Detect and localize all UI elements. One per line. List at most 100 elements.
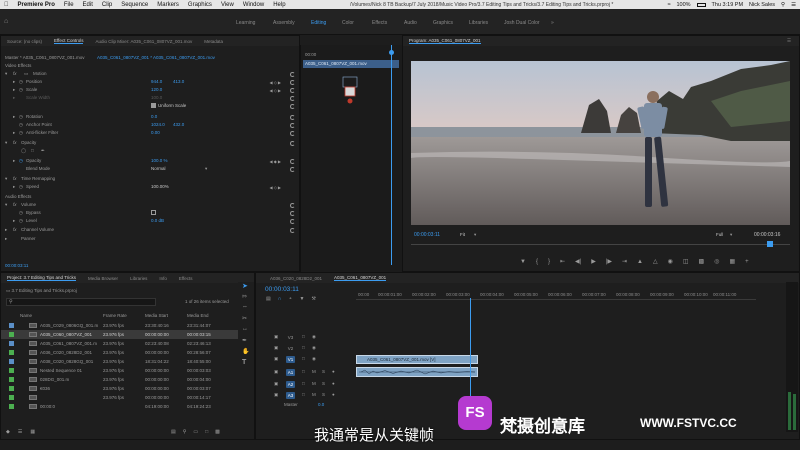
microphone-icon[interactable]: ● [332,392,335,397]
lock-icon[interactable]: ▣ [274,392,278,398]
reset-icon[interactable] [290,211,295,216]
disclosure-icon[interactable]: ▸ [13,218,15,224]
linked-selection-icon[interactable]: ⚬ [288,296,292,302]
disclosure-icon[interactable]: ▸ [5,236,7,242]
label-color-swatch[interactable] [9,341,14,346]
track-name[interactable]: A3 [286,392,295,399]
label-color-swatch[interactable] [9,395,14,400]
menu-app[interactable]: Premiere Pro [18,2,55,8]
tab-program[interactable]: Program: A035_C061_0807VZ_001 [409,38,481,44]
go-to-out-icon[interactable]: ⇥ [622,258,627,265]
workspace-graphics[interactable]: Graphics [433,20,453,26]
reset-icon[interactable] [290,104,295,109]
position-y-value[interactable]: 413.0 [173,79,184,84]
comparison-view-icon[interactable]: ◫ [683,258,689,265]
track-name[interactable]: V3 [286,334,295,341]
tab-effects[interactable]: Effects [179,276,193,281]
menu-view[interactable]: View [221,2,234,8]
mute-button[interactable]: M [312,392,316,397]
fx-icon[interactable]: fx [13,140,17,145]
mark-out-icon[interactable]: } [548,259,550,265]
stopwatch-icon[interactable]: ◷ [19,122,23,128]
mark-in-icon[interactable]: { [536,259,538,265]
level-value[interactable]: 0.0 dB [151,218,164,223]
quality-select[interactable]: Full [716,232,723,237]
solo-button[interactable]: S [322,381,325,386]
opacity-value[interactable]: 100.0 % [151,158,168,163]
sync-lock-icon[interactable]: □ [302,345,305,350]
tab-metadata[interactable]: Metadata [204,39,223,44]
lock-icon[interactable]: ▣ [274,381,278,387]
disclosure-icon[interactable]: ▸ [13,130,15,136]
disclosure-icon[interactable]: ▸ [13,114,15,120]
lock-icon[interactable]: ▣ [274,369,278,375]
keyframe-nav-icon[interactable]: ◀ ◇ ▶ [270,80,281,85]
workspace-editing[interactable]: Editing [311,20,326,26]
stopwatch-icon[interactable]: ◷ [19,210,23,216]
automate-to-sequence-icon[interactable]: ▤ [171,429,176,435]
sync-lock-icon[interactable]: □ [302,381,305,386]
keyframe-nav-icon[interactable]: ◀ ◆ ▶ [270,159,281,164]
column-media-start[interactable]: Media Start [145,313,168,318]
chevron-down-icon[interactable]: ▾ [205,166,207,172]
lock-icon[interactable]: ▣ [274,334,278,340]
list-item[interactable]: Nested Sequence 01 23.976 fps 00:00:00:0… [1,366,241,375]
label-color-swatch[interactable] [9,386,14,391]
pen-tool-icon[interactable]: ✒ [242,337,247,344]
list-item[interactable]: €036 23.976 fps 00:00:00:00 00:00:03:07 [1,384,241,393]
column-media-end[interactable]: Media End [187,313,209,318]
tab-audio-clip-mixer[interactable]: Audio Clip Mixer: A035_C061_0807VZ_001.m… [95,39,192,44]
snap-icon[interactable]: ∩ [278,296,282,302]
tab-project[interactable]: Project: 3.7 Editing Tips and Tricks [7,275,77,281]
reset-icon[interactable] [290,141,295,146]
sync-lock-icon[interactable]: □ [302,369,305,374]
label-color-swatch[interactable] [9,323,14,328]
slip-tool-icon[interactable]: ↔ [242,326,248,332]
label-color-swatch[interactable] [9,350,14,355]
disclosure-icon[interactable]: ▾ [5,176,7,182]
search-icon[interactable]: ⚲ [781,2,785,8]
blend-mode-select[interactable]: Normal [151,166,166,171]
column-frame-rate[interactable]: Frame Rate [103,313,127,318]
fx-icon[interactable]: fx [13,202,17,207]
column-name[interactable]: Name [20,313,32,318]
reset-icon[interactable] [290,96,295,101]
workspace-effects[interactable]: Effects [372,20,387,26]
reset-icon[interactable] [290,167,295,172]
ec-mini-timeline[interactable]: 00:00 A035_C061_0807VZ_001.mov [300,45,402,272]
disclosure-icon[interactable]: ▸ [5,227,7,233]
chevron-down-icon[interactable]: ▾ [730,232,732,238]
type-tool-icon[interactable]: T [242,359,246,366]
sync-lock-icon[interactable]: □ [302,356,305,361]
bypass-checkbox[interactable] [151,210,156,215]
stopwatch-icon[interactable]: ◷ [19,158,23,164]
reset-icon[interactable] [290,115,295,120]
menu-graphics[interactable]: Graphics [188,2,212,8]
vr-video-icon[interactable]: ◎ [714,258,719,265]
solo-button[interactable]: S [322,392,325,397]
disclosure-icon[interactable]: ▾ [5,71,7,77]
chevron-down-icon[interactable]: ▾ [474,232,476,238]
list-item[interactable]: A038_C020_0828GQ_001 23.976 fps 18:31:04… [1,357,241,366]
microphone-icon[interactable]: ● [332,369,335,374]
label-color-swatch[interactable] [9,332,14,337]
trash-icon[interactable]: ▩ [215,429,220,435]
list-item[interactable]: A036_C020_0828D2_001 23.976 fps 00:00:00… [1,348,241,357]
label-color-swatch[interactable] [9,404,14,409]
uniform-scale-checkbox[interactable] [151,103,156,108]
solo-button[interactable]: S [322,369,325,374]
stopwatch-icon[interactable]: ◷ [19,218,23,224]
tab-effect-controls[interactable]: Effect Controls [54,38,84,44]
razor-tool-icon[interactable]: ✂ [242,315,247,322]
project-search-input[interactable]: ⚲ [6,298,156,306]
motion-row[interactable]: ▾ fx ▭ Motion [1,71,301,78]
stopwatch-icon[interactable]: ◷ [19,130,23,136]
lock-icon[interactable]: ◆ [6,429,10,435]
track-name[interactable]: V1 [286,356,295,363]
label-color-swatch[interactable] [9,368,14,373]
disclosure-icon[interactable]: ▸ [13,184,15,190]
time-ruler[interactable] [356,299,756,300]
scale-value[interactable]: 120.0 [151,87,162,92]
insert-sequence-icon[interactable]: ▤ [266,296,271,302]
camera-icon[interactable]: ◉ [668,258,673,265]
